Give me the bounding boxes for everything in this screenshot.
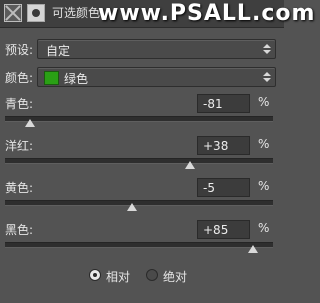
cyan-label: 青色: [5, 97, 34, 111]
colors-label: 颜色: [5, 71, 34, 85]
colors-select[interactable]: 绿色 [37, 67, 276, 87]
preset-select[interactable]: 自定 [37, 39, 276, 59]
select-arrows-icon [263, 69, 271, 85]
magenta-percent-unit: % [258, 137, 270, 151]
black-value-input[interactable]: +85 [197, 220, 250, 239]
cyan-percent-unit: % [258, 95, 270, 109]
select-arrows-icon [263, 41, 271, 57]
magenta-value-input[interactable]: +38 [197, 136, 250, 155]
yellow-value-input[interactable]: -5 [197, 178, 250, 197]
magenta-label: 洋红: [5, 139, 34, 153]
radio-relative-label[interactable]: 相对 [106, 268, 130, 285]
layer-mask-icon[interactable] [27, 4, 45, 22]
black-label: 黑色: [5, 223, 34, 237]
magenta-slider-track[interactable] [5, 158, 273, 164]
radio-absolute[interactable] [146, 269, 158, 281]
yellow-percent-unit: % [258, 179, 270, 193]
method-radio-group: 相对 绝对 [0, 267, 284, 285]
panel-header: 可选颜色 www.PSALL.com [0, 0, 314, 28]
radio-absolute-label[interactable]: 绝对 [163, 268, 187, 285]
adjustment-icon[interactable] [4, 4, 22, 22]
preset-label: 预设: [5, 43, 34, 57]
magenta-slider-thumb[interactable] [184, 161, 195, 169]
yellow-label: 黄色: [5, 181, 34, 195]
cyan-slider-track[interactable] [5, 116, 273, 122]
black-slider-thumb[interactable] [247, 245, 258, 253]
cyan-slider-thumb[interactable] [25, 119, 36, 127]
radio-relative[interactable] [89, 269, 101, 281]
yellow-slider-thumb[interactable] [127, 203, 138, 211]
watermark: www.PSALL.com [98, 1, 316, 26]
color-swatch-icon [44, 71, 59, 85]
colors-value: 绿色 [64, 72, 89, 86]
black-slider-track[interactable] [5, 242, 273, 248]
black-percent-unit: % [258, 221, 270, 235]
panel-title: 可选颜色 [52, 6, 101, 20]
preset-value: 自定 [46, 44, 71, 58]
cyan-value-input[interactable]: -81 [197, 94, 250, 113]
yellow-slider-track[interactable] [5, 200, 273, 206]
